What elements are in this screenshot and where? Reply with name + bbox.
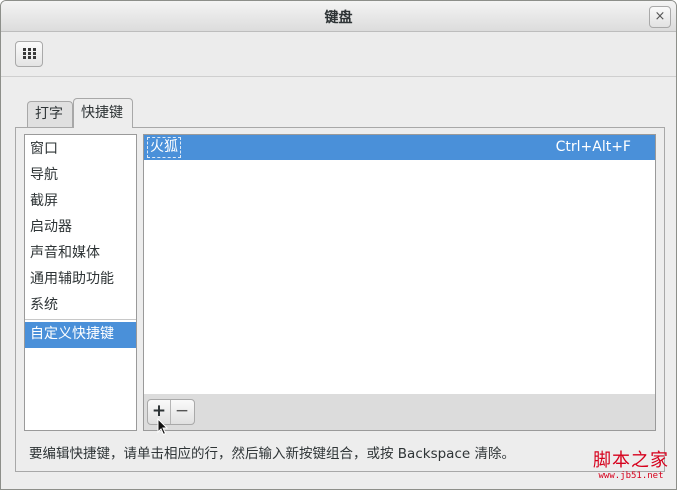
- keyboard-window: 键盘 × 打字 快捷键 窗口 导航 截屏 启动器 声音和媒体 通用辅助功能 系统…: [0, 0, 677, 490]
- category-item-screenshot[interactable]: 截屏: [25, 189, 136, 215]
- tab-typing[interactable]: 打字: [27, 101, 73, 127]
- shortcut-accelerator[interactable]: Ctrl+Alt+F: [556, 138, 631, 157]
- category-list: 窗口 导航 截屏 启动器 声音和媒体 通用辅助功能 系统 自定义快捷键: [24, 134, 137, 431]
- hint-text: 要编辑快捷键，请单击相应的行，然后输入新按键组合，或按 Backspace 清除…: [29, 446, 515, 462]
- watermark-main: 脚本之家: [593, 450, 669, 471]
- shortcut-name: 火狐: [147, 137, 181, 158]
- category-item-custom[interactable]: 自定义快捷键: [25, 322, 136, 348]
- add-remove-group: + −: [147, 399, 195, 425]
- shortcuts-panel: 窗口 导航 截屏 启动器 声音和媒体 通用辅助功能 系统 自定义快捷键 火狐 C…: [15, 127, 665, 472]
- toolbar: [1, 32, 676, 77]
- mouse-pointer-icon: [157, 418, 169, 436]
- watermark-url: www.jb51.net: [598, 471, 664, 481]
- category-separator: [25, 319, 136, 320]
- watermark-logo: 脚本之家 www.jb51.net: [593, 452, 669, 481]
- remove-shortcut-button[interactable]: −: [171, 400, 193, 424]
- category-item-system[interactable]: 系统: [25, 293, 136, 319]
- title-bar[interactable]: 键盘 ×: [1, 1, 676, 32]
- shortcut-row[interactable]: 火狐 Ctrl+Alt+F: [144, 135, 655, 160]
- window-title: 键盘: [324, 10, 353, 26]
- close-icon: ×: [654, 9, 666, 24]
- category-item-window[interactable]: 窗口: [25, 137, 136, 163]
- category-item-launchers[interactable]: 启动器: [25, 215, 136, 241]
- grid-icon: [23, 48, 36, 59]
- category-item-sound-media[interactable]: 声音和媒体: [25, 241, 136, 267]
- tab-shortcuts[interactable]: 快捷键: [73, 98, 133, 128]
- show-all-settings-button[interactable]: [15, 41, 43, 67]
- close-button[interactable]: ×: [649, 6, 671, 28]
- shortcut-list-toolbar: + −: [143, 394, 656, 431]
- category-item-navigation[interactable]: 导航: [25, 163, 136, 189]
- category-item-accessibility[interactable]: 通用辅助功能: [25, 267, 136, 293]
- shortcut-list: 火狐 Ctrl+Alt+F: [143, 134, 656, 395]
